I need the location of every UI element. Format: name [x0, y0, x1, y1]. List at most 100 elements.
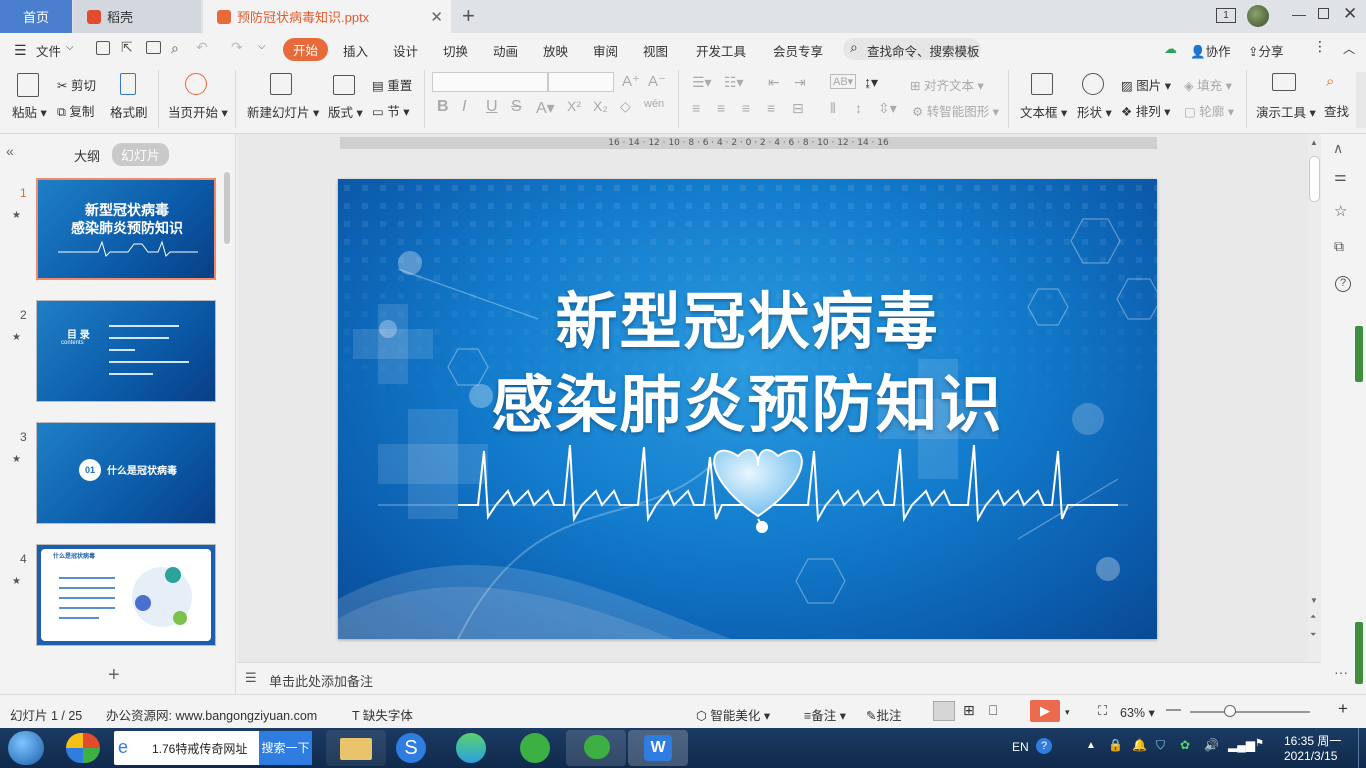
presentation-tools-button[interactable]: 演示工具 ▾ — [1256, 102, 1316, 121]
app-icon-360[interactable] — [66, 733, 100, 763]
window-count-badge[interactable]: 1 — [1216, 8, 1236, 23]
align-center-icon[interactable]: ≡ — [717, 100, 725, 116]
play-current-button[interactable]: 当页开始 ▾ — [168, 102, 228, 121]
collapse-ribbon-icon[interactable]: ︿ — [1343, 40, 1355, 57]
minimize-icon[interactable]: — — [1292, 6, 1306, 22]
more-quick-icon[interactable]: ⌵ — [258, 41, 266, 52]
textbox-button[interactable]: 文本框 ▾ — [1020, 102, 1067, 121]
superscript-icon[interactable]: X² — [567, 98, 581, 114]
tab-document[interactable]: 预防冠状病毒知识.pptx ✕ — [203, 0, 451, 33]
smart-shape-button[interactable]: ⚙ 转智能图形 ▾ — [912, 101, 999, 120]
bullets-icon[interactable]: ☰▾ — [692, 74, 712, 91]
shield-icon[interactable]: ⛉ — [1156, 738, 1165, 753]
align-text-button[interactable]: ⊞ 对齐文本 ▾ — [910, 75, 984, 94]
strikethrough-icon[interactable]: S — [511, 98, 522, 116]
avatar[interactable] — [1247, 5, 1269, 27]
underline-icon[interactable]: U — [486, 98, 498, 116]
section-button[interactable]: ▭ 节 ▾ — [372, 101, 410, 120]
menu-transition[interactable]: 切换 — [443, 41, 468, 60]
shape-button[interactable]: 形状 ▾ — [1077, 102, 1112, 121]
more-sidebar-icon[interactable]: ··· — [1334, 664, 1348, 680]
prev-slide-icon[interactable]: ⏶ — [1310, 612, 1316, 622]
undo-icon[interactable]: ↶ — [196, 39, 208, 56]
collab-button[interactable]: 👤协作 — [1190, 41, 1231, 60]
more-icon[interactable]: ⋮ — [1313, 38, 1327, 55]
tray-icon[interactable]: ✿ — [1180, 738, 1190, 752]
clone-icon[interactable]: ⧉ — [1334, 238, 1344, 255]
fill-button[interactable]: ◈ 填充 ▾ — [1184, 75, 1232, 94]
show-desktop-button[interactable] — [1358, 728, 1366, 768]
normal-view-icon[interactable] — [933, 701, 955, 721]
reset-button[interactable]: ▤ 重置 — [372, 75, 412, 94]
paste-button[interactable]: 粘贴 ▾ — [12, 102, 47, 121]
ie-search-text[interactable]: 1.76特戒传奇网址 — [152, 740, 247, 757]
find-icon[interactable]: ⌕ — [1326, 73, 1334, 90]
collapse-pane-icon[interactable]: « — [6, 143, 14, 159]
scroll-up-icon[interactable]: ▲ — [1310, 138, 1318, 147]
editor-scrollbar[interactable]: ▲ ▼ ⏶ ⏷ — [1308, 134, 1321, 662]
align-left-icon[interactable]: ≡ — [692, 100, 700, 116]
tray-icon[interactable]: 🔔 — [1132, 738, 1147, 752]
notes-placeholder[interactable]: 单击此处添加备注 — [269, 671, 373, 690]
align-right-icon[interactable]: ≡ — [742, 100, 750, 116]
slides-tab[interactable]: 幻灯片 — [112, 143, 170, 166]
volume-icon[interactable]: 🔊 — [1204, 738, 1219, 752]
start-button[interactable] — [8, 731, 44, 765]
format-painter-button[interactable]: 格式刷 — [110, 102, 148, 121]
command-search[interactable]: ⌕ 查找命令、搜索模板 — [843, 38, 981, 60]
scroll-down-icon[interactable]: ▼ — [1310, 596, 1318, 605]
save-icon[interactable] — [96, 41, 110, 55]
horizontal-ruler[interactable]: 16 · 14 · 12 · 10 · 8 · 6 · 4 · 2 · 0 · … — [340, 137, 1157, 149]
slide-thumbnail-1[interactable]: 新型冠状病毒 感染肺炎预防知识 — [36, 178, 216, 280]
layout-icon[interactable] — [333, 75, 355, 95]
play-icon[interactable] — [185, 73, 207, 95]
add-slide-icon[interactable]: + — [108, 664, 120, 687]
zoom-in-icon[interactable]: + — [1338, 699, 1348, 719]
format-painter-icon[interactable] — [120, 73, 136, 95]
menu-slideshow[interactable]: 放映 — [543, 41, 568, 60]
line-spacing-icon[interactable]: ↨▾ — [864, 74, 878, 91]
clock-date[interactable]: 2021/3/15 — [1284, 749, 1337, 763]
menu-design[interactable]: 设计 — [393, 41, 418, 60]
outline-tab[interactable]: 大纲 — [74, 146, 100, 165]
network-icon[interactable]: ▂▄▆ — [1228, 738, 1255, 752]
tray-icon[interactable]: 🔒 — [1108, 738, 1123, 752]
menu-member[interactable]: 会员专享 — [773, 41, 823, 60]
numbering-icon[interactable]: ☷▾ — [724, 74, 744, 91]
explorer-icon[interactable] — [326, 730, 386, 766]
cut-button[interactable]: ✂ 剪切 — [57, 75, 96, 94]
sorter-view-icon[interactable]: ⊞ — [963, 702, 975, 719]
next-slide-icon[interactable]: ⏷ — [1310, 630, 1316, 640]
scroll-top-icon[interactable]: ∧ — [1333, 140, 1343, 157]
arrange-button[interactable]: ❖ 排列 ▾ — [1121, 101, 1170, 120]
slideshow-play-button[interactable]: ▶ — [1030, 700, 1060, 722]
new-slide-icon[interactable] — [270, 73, 292, 95]
zoom-slider-thumb[interactable] — [1224, 705, 1236, 717]
adjust-icon[interactable]: ⚌ — [1334, 168, 1347, 185]
reading-view-icon[interactable]: ⎕ — [989, 702, 997, 719]
tray-expand-icon[interactable]: ▲ — [1086, 740, 1096, 751]
export-pdf-icon[interactable]: ⇱ — [121, 39, 133, 56]
font-grow-icon[interactable]: A⁺ — [622, 72, 640, 90]
zoom-select[interactable]: 63% ▾ — [1120, 705, 1155, 720]
menu-animation[interactable]: 动画 — [493, 41, 518, 60]
share-button[interactable]: ⇪分享 — [1248, 41, 1284, 60]
slide-title-line1[interactable]: 新型冠状病毒 — [338, 271, 1157, 361]
scroll-thumb[interactable] — [1309, 156, 1320, 202]
video-player-icon[interactable] — [440, 730, 500, 766]
wechat-icon[interactable] — [566, 730, 626, 766]
clock-time[interactable]: 16:35 周一 — [1284, 732, 1341, 749]
fit-window-icon[interactable]: ⛶ — [1098, 703, 1107, 719]
font-size-select[interactable] — [548, 72, 614, 92]
chevron-down-icon[interactable]: ⌵ — [66, 42, 74, 53]
phonetic-icon[interactable]: wén — [644, 98, 664, 110]
missing-font-button[interactable]: T 缺失字体 — [352, 705, 413, 724]
tab-home[interactable]: 首页 — [0, 0, 72, 33]
menu-insert[interactable]: 插入 — [343, 41, 368, 60]
outline-button[interactable]: ▢ 轮廓 ▾ — [1184, 101, 1234, 120]
print-preview-icon[interactable]: ⌕ — [171, 40, 179, 57]
print-icon[interactable] — [146, 41, 161, 54]
language-indicator[interactable]: EN — [1012, 740, 1029, 754]
justify-icon[interactable]: ≡ — [767, 100, 775, 116]
slide-thumbnail-3[interactable]: 01 什么是冠状病毒 — [36, 422, 216, 524]
